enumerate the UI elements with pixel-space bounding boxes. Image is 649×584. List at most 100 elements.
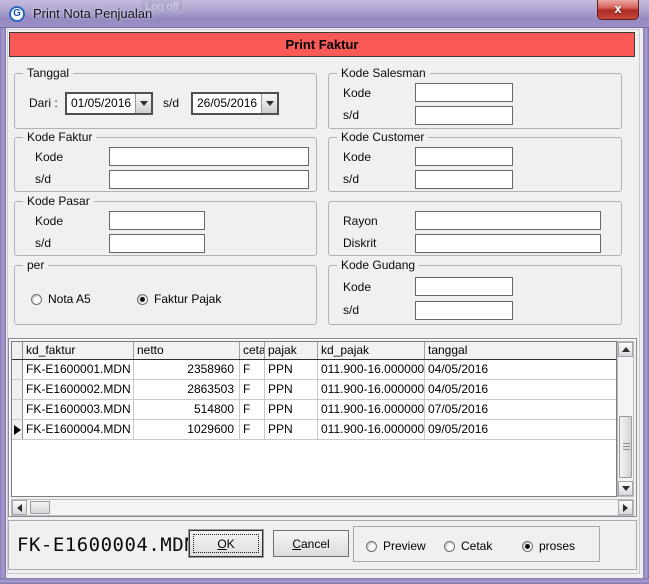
background-logoff-artifact: Log off xyxy=(140,0,184,12)
selected-invoice-label: FK-E1600004.MDN xyxy=(17,534,196,556)
salesman-sd-input[interactable] xyxy=(415,106,513,125)
horizontal-scrollbar-thumb[interactable] xyxy=(30,501,50,514)
faktur-sd-input[interactable] xyxy=(109,170,309,189)
grid-header-kd-faktur[interactable]: kd_faktur xyxy=(23,342,134,359)
row-selector-cell xyxy=(12,360,23,379)
output-mode-group: Preview Cetak proses xyxy=(353,526,600,562)
date-to-value: 26/05/2016 xyxy=(193,94,261,113)
cell-kd-pajak: 011.900-16.00000018 xyxy=(318,400,425,419)
close-button[interactable]: x xyxy=(597,0,639,20)
cancel-button[interactable]: Cancel xyxy=(273,530,349,557)
salesman-sd-label: s/d xyxy=(343,108,359,122)
cell-tanggal: 07/05/2016 xyxy=(425,400,616,419)
footer-bar: FK-E1600004.MDN OK Cancel Preview Cetak xyxy=(8,520,637,570)
diskrit-input[interactable] xyxy=(415,234,601,253)
date-to-dropdown[interactable]: 26/05/2016 xyxy=(191,92,279,115)
scroll-left-button[interactable] xyxy=(12,500,27,515)
cell-tanggal: 04/05/2016 xyxy=(425,360,616,379)
vertical-scrollbar-thumb[interactable] xyxy=(619,416,632,478)
cell-cetak: F xyxy=(240,360,265,379)
grid-header-netto[interactable]: netto xyxy=(134,342,240,359)
titlebar[interactable]: G Print Nota Penjualan Log off x xyxy=(0,0,649,28)
radio-nota-a5-label: Nota A5 xyxy=(48,292,91,306)
gudang-sd-input[interactable] xyxy=(415,301,513,320)
grid-header-cetak[interactable]: cetak xyxy=(240,342,265,359)
rayon-input[interactable] xyxy=(415,211,601,230)
radio-icon xyxy=(444,541,455,552)
date-from-dropdown-button[interactable] xyxy=(135,94,151,113)
cell-kd-faktur: FK-E1600003.MDN xyxy=(23,400,134,419)
salesman-kode-input[interactable] xyxy=(415,83,513,102)
grid-header-tanggal[interactable]: tanggal xyxy=(425,342,616,359)
cell-netto: 2358960 xyxy=(134,360,240,379)
table-row[interactable]: FK-E1600002.MDN 2863503 F PPN 011.900-16… xyxy=(12,380,616,400)
date-to-dropdown-button[interactable] xyxy=(261,94,277,113)
group-kode-faktur-legend: Kode Faktur xyxy=(23,130,96,144)
radio-nota-a5[interactable]: Nota A5 xyxy=(31,292,91,306)
radio-faktur-pajak-label: Faktur Pajak xyxy=(154,292,221,306)
scroll-up-button[interactable] xyxy=(618,342,633,357)
diskrit-label: Diskrit xyxy=(343,236,376,250)
table-row[interactable]: FK-E1600001.MDN 2358960 F PPN 011.900-16… xyxy=(12,360,616,380)
cell-tanggal: 04/05/2016 xyxy=(425,380,616,399)
customer-sd-input[interactable] xyxy=(415,170,513,189)
gudang-kode-label: Kode xyxy=(343,280,371,294)
pasar-kode-input[interactable] xyxy=(109,211,205,230)
radio-cetak[interactable]: Cetak xyxy=(444,539,492,553)
faktur-kode-input[interactable] xyxy=(109,147,309,166)
group-wilayah: Rayon Diskrit xyxy=(328,201,622,256)
cell-kd-pajak: 011.900-16.00000017 xyxy=(318,380,425,399)
group-per: per Nota A5 Faktur Pajak xyxy=(14,265,317,325)
radio-icon xyxy=(31,294,42,305)
scroll-down-button[interactable] xyxy=(618,481,633,496)
grid-header-kd-pajak[interactable]: kd_pajak xyxy=(318,342,425,359)
cell-pajak: PPN xyxy=(265,400,318,419)
customer-sd-label: s/d xyxy=(343,172,359,186)
group-kode-customer: Kode Customer Kode s/d xyxy=(328,137,622,192)
group-kode-pasar: Kode Pasar Kode s/d xyxy=(14,201,317,256)
faktur-sd-label: s/d xyxy=(35,172,51,186)
radio-proses[interactable]: proses xyxy=(522,539,575,553)
group-kode-gudang: Kode Gudang Kode s/d xyxy=(328,265,622,325)
group-tanggal: Tanggal Dari : 01/05/2016 s/d 26/05/2016 xyxy=(14,73,317,129)
pasar-sd-input[interactable] xyxy=(109,234,205,253)
close-icon: x xyxy=(598,0,638,18)
group-tanggal-legend: Tanggal xyxy=(23,66,73,80)
chevron-down-icon xyxy=(140,101,148,106)
scroll-right-button[interactable] xyxy=(618,500,633,515)
table-row[interactable]: FK-E1600004.MDN 1029600 F PPN 011.900-16… xyxy=(12,420,616,440)
window-title: Print Nota Penjualan xyxy=(33,0,152,28)
customer-kode-input[interactable] xyxy=(415,147,513,166)
vertical-scrollbar[interactable] xyxy=(617,341,634,497)
cell-kd-faktur: FK-E1600002.MDN xyxy=(23,380,134,399)
print-nota-penjualan-window: G Print Nota Penjualan Log off x Print F… xyxy=(0,0,649,584)
cell-cetak: F xyxy=(240,400,265,419)
row-selector-cell-current xyxy=(12,420,23,439)
radio-faktur-pajak[interactable]: Faktur Pajak xyxy=(137,292,221,306)
pasar-sd-label: s/d xyxy=(35,236,51,250)
ok-button[interactable]: OK xyxy=(189,530,263,557)
grid-header-pajak[interactable]: pajak xyxy=(265,342,318,359)
rayon-label: Rayon xyxy=(343,214,378,228)
radio-preview-label: Preview xyxy=(383,539,426,553)
radio-cetak-label: Cetak xyxy=(461,539,492,553)
window-frame-bottom xyxy=(0,578,649,584)
window-frame-right xyxy=(643,28,649,578)
gudang-kode-input[interactable] xyxy=(415,277,513,296)
row-selector-cell xyxy=(12,400,23,419)
radio-preview[interactable]: Preview xyxy=(366,539,426,553)
arrow-left-icon xyxy=(17,504,22,512)
date-from-dropdown[interactable]: 01/05/2016 xyxy=(65,92,153,115)
group-kode-customer-legend: Kode Customer xyxy=(337,130,428,144)
radio-proses-label: proses xyxy=(539,539,575,553)
table-row[interactable]: FK-E1600003.MDN 514800 F PPN 011.900-16.… xyxy=(12,400,616,420)
cell-cetak: F xyxy=(240,420,265,439)
cell-netto: 2863503 xyxy=(134,380,240,399)
salesman-kode-label: Kode xyxy=(343,86,371,100)
app-logo-icon: G xyxy=(9,6,25,22)
row-selector-cell xyxy=(12,380,23,399)
cell-pajak: PPN xyxy=(265,360,318,379)
arrow-down-icon xyxy=(622,486,630,491)
horizontal-scrollbar[interactable] xyxy=(11,499,634,516)
cell-kd-pajak: 011.900-16.00000015 xyxy=(318,420,425,439)
